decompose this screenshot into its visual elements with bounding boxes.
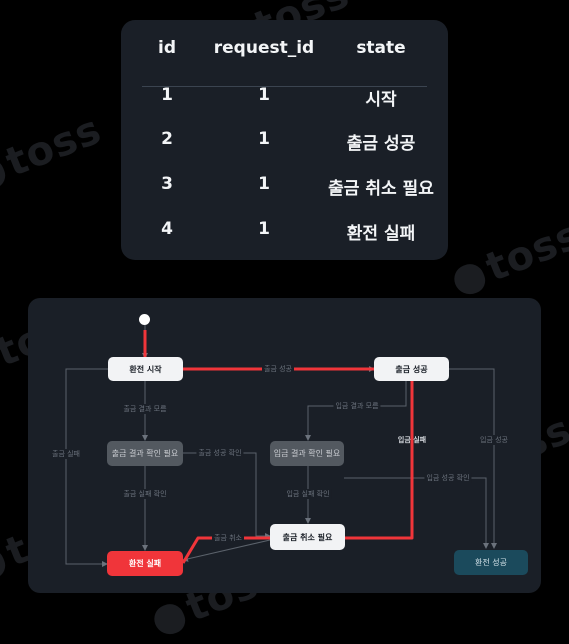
watermark: toss — [0, 107, 108, 200]
edge-label: 출금 성공 확인 — [196, 448, 244, 458]
edge-label: 출금 취소 — [212, 533, 244, 543]
edge-withdraw-fail — [65, 368, 108, 567]
edge-label: 출금 결과 모름 — [121, 404, 169, 414]
edge-withdraw-success-confirm — [183, 452, 271, 539]
node-start-exchange: 환전 시작 — [108, 357, 183, 381]
table-cell-request-id: 1 — [258, 85, 270, 105]
node-withdraw-cancel-needed: 출금 취소 필요 — [270, 524, 345, 550]
start-node — [139, 314, 150, 325]
toss-logo-icon — [150, 599, 190, 639]
table-cell-request-id: 1 — [258, 174, 270, 194]
state-table: id request_id state 1 1 시작 2 1 출금 성공 3 1… — [121, 20, 448, 260]
edge-label: 출금 성공 — [262, 364, 294, 374]
table-cell-id: 3 — [161, 174, 173, 194]
table-cell-state: 출금 성공 — [346, 134, 416, 154]
edge-label: 입금 결과 모름 — [333, 401, 381, 411]
table-cell-request-id: 1 — [258, 219, 270, 239]
edge-label: 입금 성공 — [478, 435, 510, 445]
edge-label-highlighted: 입금 실패 — [397, 436, 427, 444]
table-cell-id: 4 — [161, 219, 173, 239]
header-state: state — [356, 38, 406, 58]
header-id: id — [158, 38, 176, 58]
table-cell-id: 1 — [161, 85, 173, 105]
node-exchange-fail: 환전 실패 — [107, 551, 183, 576]
edge-label: 입금 성공 확인 — [424, 473, 472, 483]
node-withdraw-success: 출금 성공 — [374, 357, 449, 381]
toss-logo-icon — [450, 259, 490, 299]
node-exchange-success: 환전 성공 — [454, 550, 528, 575]
edge-deposit-success — [449, 368, 497, 549]
table-cell-state: 시작 — [365, 90, 397, 110]
edge-label: 출금 실패 — [50, 449, 82, 459]
table-cell-state: 환전 실패 — [346, 224, 416, 244]
node-deposit-check: 입금 결과 확인 필요 — [270, 441, 344, 466]
table-cell-state: 출금 취소 필요 — [328, 179, 434, 199]
header-request-id: request_id — [213, 38, 315, 58]
table-cell-id: 2 — [161, 129, 173, 149]
table-cell-request-id: 1 — [258, 129, 270, 149]
edge-label: 입금 실패 확인 — [284, 489, 332, 499]
watermark: toss — [446, 212, 569, 305]
edge-label: 출금 실패 확인 — [121, 489, 169, 499]
node-withdraw-check: 출금 결과 확인 필요 — [107, 441, 183, 466]
state-diagram: 환전 시작 출금 성공 출금 결과 확인 필요 입금 결과 확인 필요 출금 취… — [28, 298, 541, 593]
